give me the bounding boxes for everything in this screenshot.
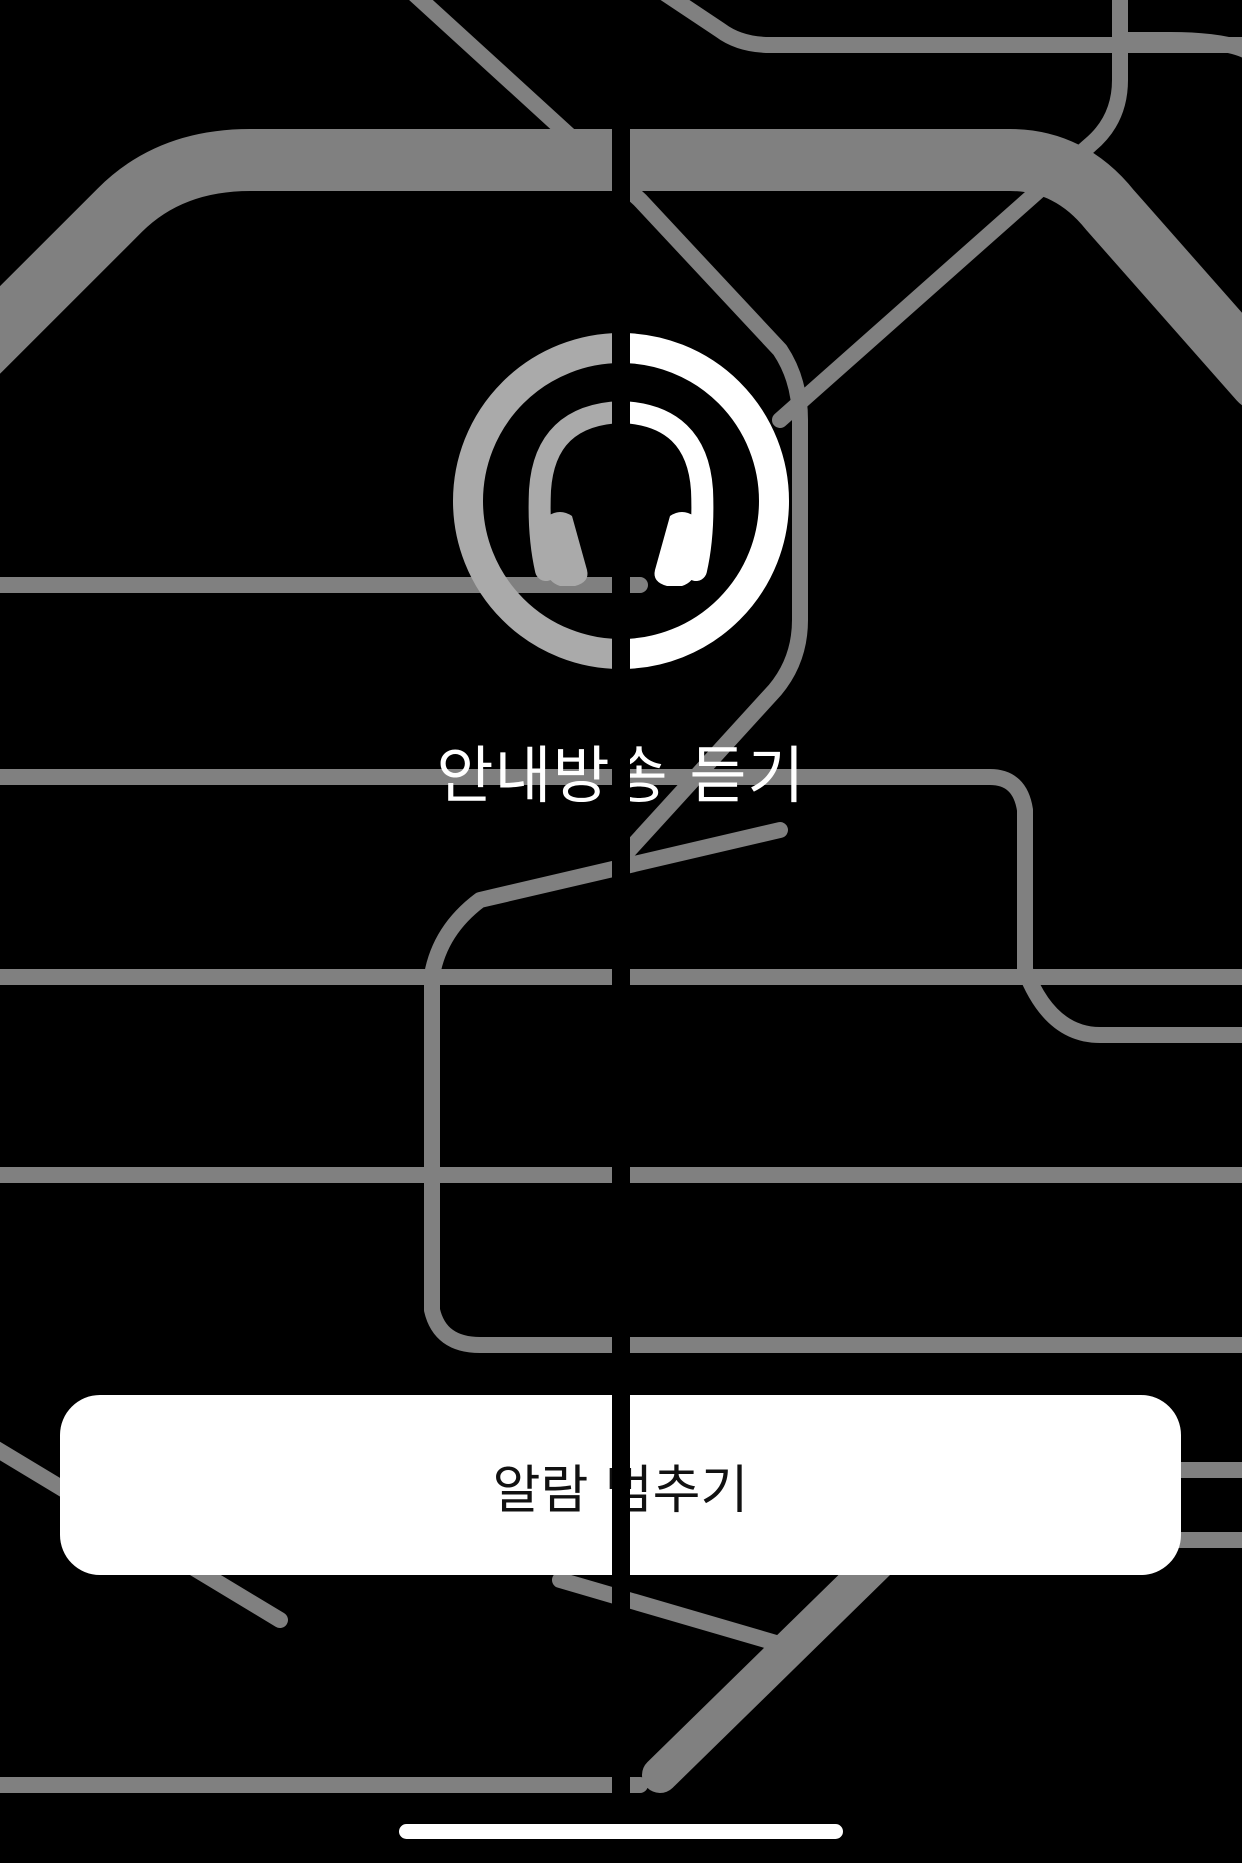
center-divider [612,0,630,1863]
home-indicator[interactable] [399,1824,843,1839]
